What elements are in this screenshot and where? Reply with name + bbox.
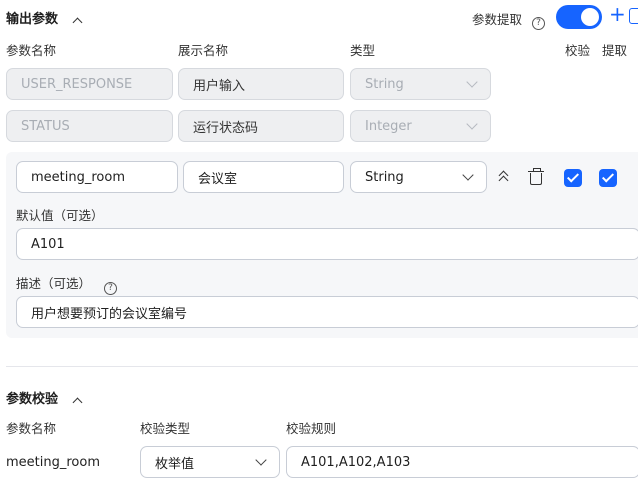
collapse-output-button[interactable]	[72, 11, 83, 30]
type-select-value: Integer	[365, 118, 412, 134]
param-name-field: USER_RESPONSE	[6, 68, 173, 100]
validate-checkbox[interactable]	[564, 169, 582, 187]
copy-icon[interactable]	[629, 8, 638, 24]
validation-param-name: meeting_room	[6, 455, 100, 470]
col-header-validate: 校验	[565, 43, 591, 58]
param-name-input[interactable]: meeting_room	[16, 161, 178, 193]
validate-rule-input[interactable]: A101,A102,A103	[286, 446, 638, 478]
type-select[interactable]: String	[350, 161, 487, 193]
display-name-field: 运行状态码	[178, 110, 344, 142]
type-select-value: String	[365, 169, 404, 185]
col-header-validate-rule: 校验规则	[286, 421, 337, 436]
output-section-title: 输出参数	[6, 12, 59, 27]
col-header-name: 参数名称	[6, 43, 57, 58]
type-select: String	[350, 68, 491, 100]
chevron-down-icon	[255, 454, 267, 466]
chevron-down-icon	[466, 118, 478, 130]
chevron-down-icon	[462, 169, 474, 181]
help-icon[interactable]: ?	[532, 10, 545, 30]
validate-type-select[interactable]: 枚举值	[140, 446, 280, 478]
col-header-name: 参数名称	[6, 421, 57, 436]
default-value-label: 默认值（可选）	[16, 208, 104, 223]
toggle-knob	[581, 8, 599, 26]
section-divider	[6, 366, 638, 367]
validate-type-value: 枚举值	[155, 456, 195, 472]
extract-toggle[interactable]	[556, 5, 602, 29]
chevron-up-icon	[72, 17, 83, 28]
type-select-value: String	[365, 76, 404, 92]
delete-button[interactable]	[528, 168, 544, 186]
param-name-field: STATUS	[6, 110, 173, 142]
col-header-extract: 提取	[602, 43, 628, 58]
description-input[interactable]: 用户想要预订的会议室编号	[16, 296, 638, 328]
chevron-up-icon	[72, 397, 83, 408]
description-label: 描述（可选）	[16, 276, 92, 291]
extract-checkbox[interactable]	[599, 169, 617, 187]
col-header-display: 展示名称	[178, 43, 229, 58]
help-icon[interactable]: ?	[104, 275, 117, 295]
display-name-field: 用户输入	[178, 68, 344, 100]
default-value-input[interactable]: A101	[16, 228, 638, 260]
collapse-row-button[interactable]	[497, 169, 511, 186]
type-select: Integer	[350, 110, 491, 142]
validation-section-title: 参数校验	[6, 392, 59, 407]
display-name-input[interactable]: 会议室	[183, 161, 344, 193]
col-header-type: 类型	[350, 43, 376, 58]
extract-label: 参数提取	[472, 12, 523, 27]
collapse-validation-button[interactable]	[72, 391, 83, 410]
chevron-down-icon	[466, 76, 478, 88]
add-icon[interactable]: +	[609, 4, 626, 24]
col-header-validate-type: 校验类型	[140, 421, 191, 436]
